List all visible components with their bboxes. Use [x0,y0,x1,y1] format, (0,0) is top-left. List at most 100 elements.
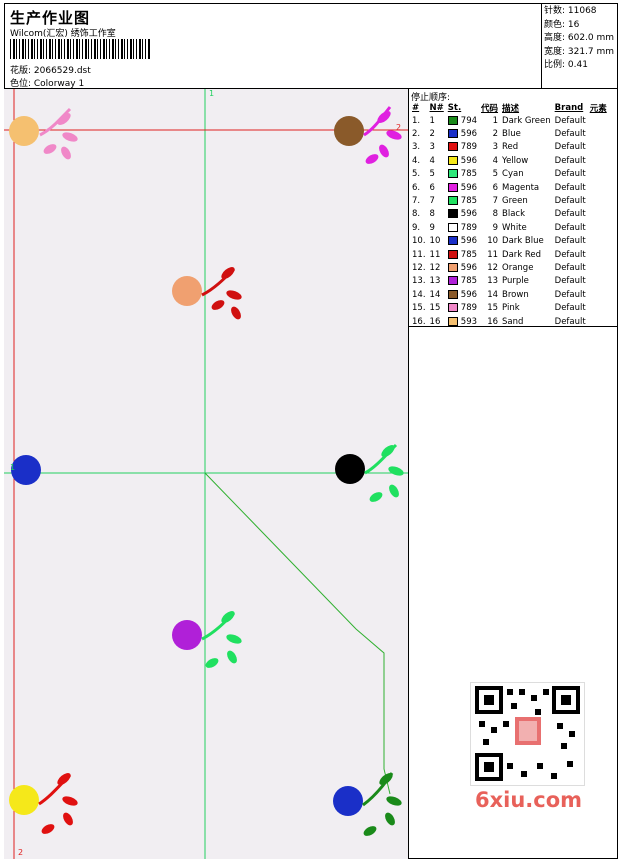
color-swatch [447,196,458,206]
row-index: 13. [412,276,426,287]
guide-label-bottom: 2 [18,848,24,857]
row-number: 11 [429,249,441,260]
row-swatch: 785 [446,275,479,288]
row-element [588,315,609,328]
row-brand: Default [554,182,586,193]
colorway: 色位: Colorway 1 [10,79,85,89]
color-row: 1. 1 794 1 Dark Green Default [410,114,609,127]
company-name: Wilcom(汇宏) 绣饰工作室 [10,29,116,39]
row-code: 5 [492,169,499,180]
col-index: # [412,102,420,113]
design-file: 花版: 2066529.dst [10,66,91,76]
row-description: Yellow [502,155,529,166]
row-stitches: 596 [460,155,478,166]
row-brand: Default [554,289,586,300]
design-height: 高度: 602.0 mm [544,33,615,43]
row-index: 14. [412,289,426,300]
row-stitches: 785 [460,276,478,287]
row-description: Orange [502,262,534,273]
row-brand: Default [554,262,586,273]
row-description: Brown [502,289,529,300]
row-number: 4 [429,155,435,166]
stats-panel: 针数: 11068 颜色: 16 高度: 602.0 mm 宽度: 321.7 … [541,3,618,89]
color-swatch [447,236,458,246]
row-element [588,248,609,261]
col-brand: Brand [554,102,584,113]
color-row: 9. 9 789 9 White Default [410,221,609,234]
row-swatch: 789 [446,221,479,234]
row-description: Dark Green [502,115,551,126]
row-code: 2 [492,129,499,140]
row-code: 3 [492,142,499,153]
color-row: 4. 4 596 4 Yellow Default [410,154,609,167]
rose-top-right [334,106,402,164]
row-brand: Default [554,249,586,260]
rose-lower-middle [172,611,242,668]
row-element [588,235,609,248]
row-element [588,127,609,140]
row-swatch: 794 [446,114,479,127]
row-index: 8. [412,209,421,220]
row-brand: Default [554,236,586,247]
row-number: 1 [429,115,435,126]
row-index: 9. [412,222,421,233]
row-index: 6. [412,182,421,193]
col-number: N# [429,102,444,113]
row-swatch: 596 [446,261,479,274]
row-stitches: 596 [460,209,478,220]
row-number: 15 [429,303,441,314]
row-code: 13 [487,276,499,287]
rose-upper-middle [172,267,242,320]
col-element: 元素 [589,103,607,114]
row-description: Sand [502,316,524,327]
header: 生产作业图 Wilcom(汇宏) 绣饰工作室 花版: 2066529.dst 色… [4,3,618,89]
row-code: 14 [487,289,499,300]
row-index: 11. [412,249,426,260]
color-swatch [447,276,458,286]
row-element [588,114,609,127]
row-number: 16 [429,316,441,327]
row-element [588,301,609,314]
row-description: White [502,222,527,233]
color-row: 5. 5 785 5 Cyan Default [410,168,609,181]
color-row: 2. 2 596 2 Blue Default [410,127,609,140]
qr-code [470,682,585,786]
color-swatch [447,289,458,299]
page-title: 生产作业图 [10,9,91,27]
row-description: Cyan [502,169,524,180]
row-stitches: 794 [460,115,478,126]
row-number: 8 [429,209,435,220]
row-element [588,208,609,221]
row-brand: Default [554,196,586,207]
color-row: 10. 10 596 10 Dark Blue Default [410,235,609,248]
stitch-path [204,472,391,795]
row-code: 8 [492,209,499,220]
rose-middle-left [11,455,41,485]
watermark: 6xiu.com [475,788,583,812]
guide-label-left: 1 [10,463,16,472]
row-index: 10. [412,236,426,247]
row-element [588,275,609,288]
row-element [588,141,609,154]
row-number: 13 [429,276,441,287]
row-stitches: 596 [460,182,478,193]
color-row: 13. 13 785 13 Purple Default [410,275,609,288]
design-canvas [4,89,408,859]
row-code: 11 [487,249,499,260]
row-swatch: 785 [446,194,479,207]
color-row: 7. 7 785 7 Green Default [410,194,609,207]
color-swatch [447,142,458,152]
row-index: 16. [412,316,426,327]
rose-bottom-left [9,773,78,834]
row-description: Black [502,209,526,220]
row-index: 4. [412,155,421,166]
row-stitches: 593 [460,316,478,327]
row-number: 9 [429,222,435,233]
row-stitches: 785 [460,196,478,207]
col-stitches: St. [447,102,462,113]
guide-label-right: 2 [396,123,402,132]
row-description: Blue [502,129,521,140]
row-brand: Default [554,142,586,153]
row-code: 12 [487,262,499,273]
color-swatch [447,182,458,192]
